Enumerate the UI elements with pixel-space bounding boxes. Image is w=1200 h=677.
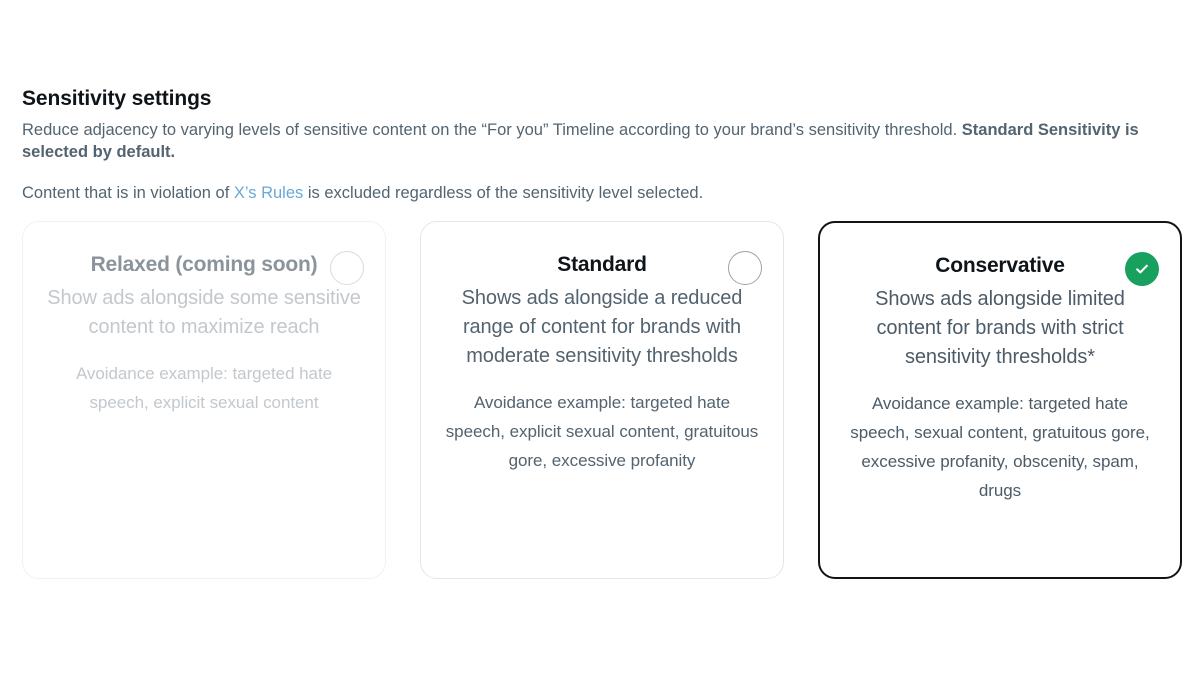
header-block: Sensitivity settings Reduce adjacency to… (22, 86, 1172, 221)
sensitivity-option-standard[interactable]: Standard Shows ads alongside a reduced r… (420, 221, 784, 579)
option-title: Conservative (935, 254, 1065, 277)
radio-unselected-icon (330, 251, 364, 285)
check-circle-icon[interactable] (1125, 252, 1159, 286)
sensitivity-option-conservative[interactable]: Conservative Shows ads alongside limited… (818, 221, 1182, 579)
option-avoidance-example: Avoidance example: targeted hate speech,… (75, 364, 333, 412)
rules-paragraph: Content that is in violation of X’s Rule… (22, 182, 1172, 204)
sensitivity-options-group: Relaxed (coming soon) Show ads alongside… (22, 221, 1182, 579)
option-title: Standard (557, 253, 647, 276)
sensitivity-settings-page: Sensitivity settings Reduce adjacency to… (0, 0, 1200, 677)
rules-prefix-text: Content that is in violation of (22, 184, 234, 202)
page-title: Sensitivity settings (22, 87, 212, 110)
option-description: Shows ads alongside limited content for … (875, 288, 1125, 368)
option-avoidance-example: Avoidance example: targeted hate speech,… (445, 393, 759, 470)
option-avoidance-example: Avoidance example: targeted hate speech,… (850, 394, 1150, 500)
x-rules-link[interactable]: X’s Rules (234, 184, 303, 202)
intro-text: Reduce adjacency to varying levels of se… (22, 121, 962, 139)
option-title: Relaxed (coming soon) (90, 253, 318, 276)
option-description: Shows ads alongside a reduced range of c… (461, 287, 743, 367)
option-description: Show ads alongside some sensitive conten… (47, 287, 361, 338)
radio-unselected-icon[interactable] (728, 251, 762, 285)
rules-suffix-text: is excluded regardless of the sensitivit… (303, 184, 704, 202)
intro-paragraph: Reduce adjacency to varying levels of se… (22, 119, 1152, 163)
sensitivity-option-relaxed: Relaxed (coming soon) Show ads alongside… (22, 221, 386, 579)
